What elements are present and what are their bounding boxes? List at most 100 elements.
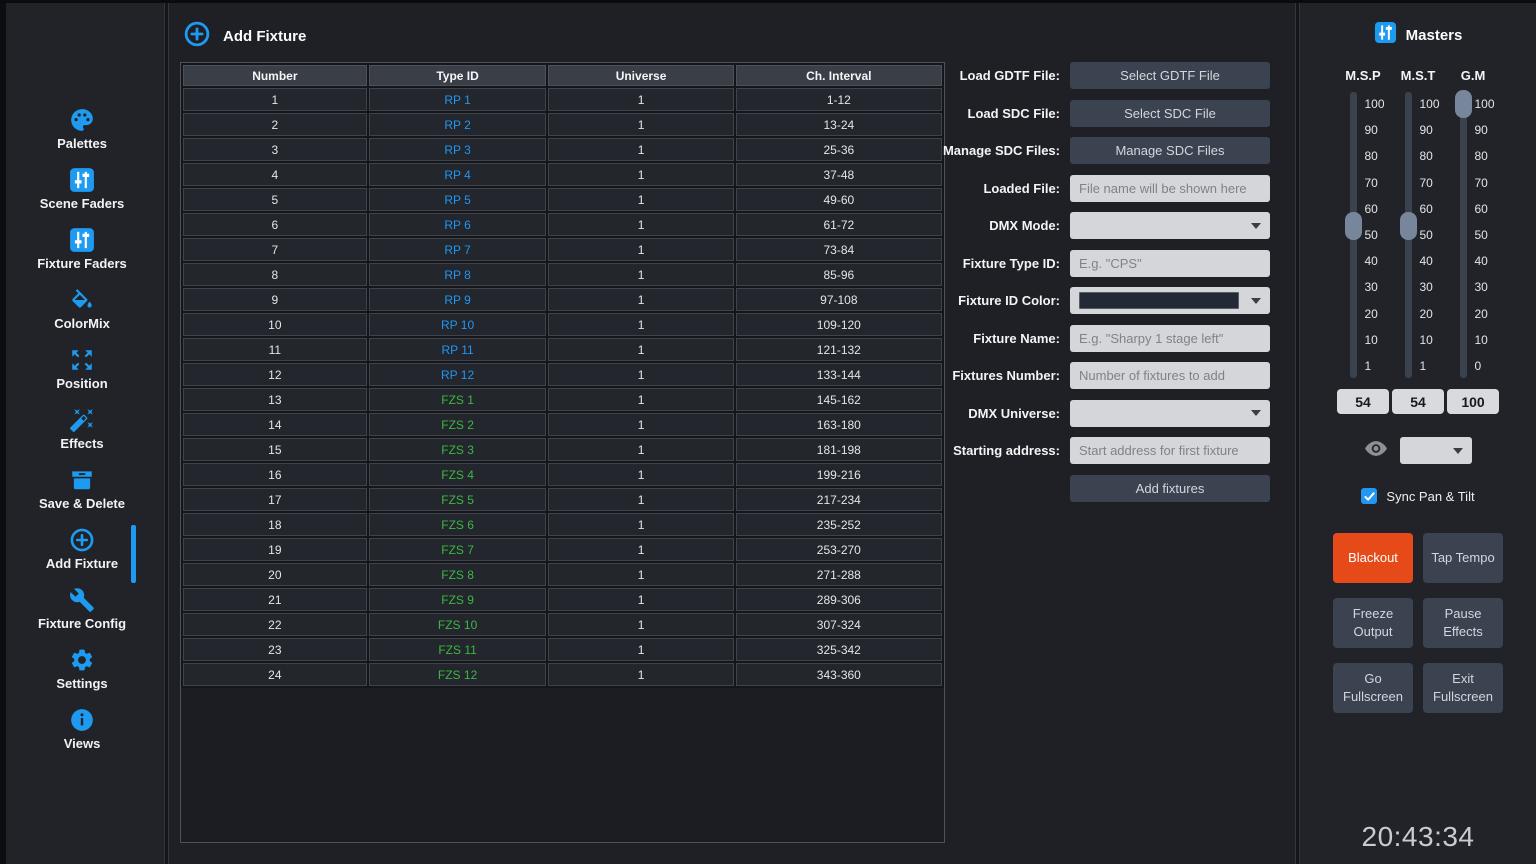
sync-pan-tilt-label: Sync Pan & Tilt	[1386, 489, 1474, 504]
sidebar-item-settings[interactable]: Settings	[0, 647, 164, 707]
table-row[interactable]: 3 RP 3 1 25-36	[183, 138, 942, 161]
masters-panel: Masters M.S.P 1009080706050403020101 M.S…	[1300, 0, 1536, 864]
cell-type-id: RP 3	[369, 138, 547, 161]
table-row[interactable]: 11 RP 11 1 121-132	[183, 338, 942, 361]
column-header-type-id: Type ID	[369, 65, 547, 86]
form-row: Starting address:	[928, 437, 1270, 464]
cell-number: 8	[183, 263, 367, 286]
form-label: Manage SDC Files:	[928, 143, 1070, 158]
cell-universe: 1	[548, 263, 733, 286]
table-row[interactable]: 9 RP 9 1 97-108	[183, 288, 942, 311]
fixtures-number-input[interactable]	[1070, 362, 1270, 389]
cell-universe: 1	[548, 138, 733, 161]
table-row[interactable]: 2 RP 2 1 13-24	[183, 113, 942, 136]
cell-universe: 1	[548, 438, 733, 461]
cell-type-id: RP 5	[369, 188, 547, 211]
table-row[interactable]: 1 RP 1 1 1-12	[183, 88, 942, 111]
cell-interval: 121-132	[736, 338, 942, 361]
sidebar-item-views[interactable]: Views	[0, 707, 164, 767]
table-row[interactable]: 8 RP 8 1 85-96	[183, 263, 942, 286]
select-sdc-file-button[interactable]: Select SDC File	[1070, 100, 1270, 127]
cell-number: 7	[183, 238, 367, 261]
fader-tick: 1	[1420, 357, 1440, 375]
fixture-table: Number Type ID Universe Ch. Interval 1 R…	[181, 63, 944, 688]
cell-number: 21	[183, 588, 367, 611]
fader-tick: 60	[1365, 200, 1385, 218]
table-row[interactable]: 13 FZS 1 1 145-162	[183, 388, 942, 411]
sidebar-item-colormix[interactable]: ColorMix	[0, 287, 164, 347]
table-row[interactable]: 10 RP 10 1 109-120	[183, 313, 942, 336]
table-row[interactable]: 6 RP 6 1 61-72	[183, 213, 942, 236]
go-fullscreen-button[interactable]: Go Fullscreen	[1333, 663, 1413, 713]
fader-tick: 40	[1475, 252, 1495, 270]
fader-tick: 1	[1365, 357, 1385, 375]
cell-number: 22	[183, 613, 367, 636]
table-row[interactable]: 21 FZS 9 1 289-306	[183, 588, 942, 611]
form-row: Fixtures Number:	[928, 362, 1270, 389]
pause-effects-button[interactable]: Pause Effects	[1423, 598, 1503, 648]
table-row[interactable]: 18 FZS 6 1 235-252	[183, 513, 942, 536]
select-gdtf-file-button[interactable]: Select GDTF File	[1070, 62, 1270, 89]
blackout-button[interactable]: Blackout	[1333, 533, 1413, 583]
fader-tick: 10	[1475, 331, 1495, 349]
table-row[interactable]: 15 FZS 3 1 181-198	[183, 438, 942, 461]
cell-type-id: RP 10	[369, 313, 547, 336]
fader-track[interactable]	[1460, 92, 1467, 378]
sidebar-item-position[interactable]: Position	[0, 347, 164, 407]
fixture-name-input[interactable]	[1070, 325, 1270, 352]
cell-number: 11	[183, 338, 367, 361]
cell-universe: 1	[548, 588, 733, 611]
table-row[interactable]: 12 RP 12 1 133-144	[183, 363, 942, 386]
tap-tempo-button[interactable]: Tap Tempo	[1423, 533, 1503, 583]
fader-tick: 80	[1475, 147, 1495, 165]
table-row[interactable]: 5 RP 5 1 49-60	[183, 188, 942, 211]
sidebar-item-fixture-faders[interactable]: Fixture Faders	[0, 227, 164, 287]
fader-tick: 40	[1420, 252, 1440, 270]
table-row[interactable]: 24 FZS 12 1 343-360	[183, 663, 942, 686]
table-row[interactable]: 16 FZS 4 1 199-216	[183, 463, 942, 486]
cell-universe: 1	[548, 513, 733, 536]
fader-tick: 20	[1475, 305, 1495, 323]
table-row[interactable]: 4 RP 4 1 37-48	[183, 163, 942, 186]
cell-interval: 109-120	[736, 313, 942, 336]
cell-type-id: FZS 5	[369, 488, 547, 511]
dmx-mode-select[interactable]	[1070, 212, 1270, 239]
table-row[interactable]: 23 FZS 11 1 325-342	[183, 638, 942, 661]
sidebar-item-fixture-config[interactable]: Fixture Config	[0, 587, 164, 647]
sidebar-item-add-fixture[interactable]: Add Fixture	[0, 527, 164, 587]
table-row[interactable]: 14 FZS 2 1 163-180	[183, 413, 942, 436]
form-row: Loaded File:	[928, 175, 1270, 202]
starting-address-input[interactable]	[1070, 437, 1270, 464]
fader-handle[interactable]	[1345, 212, 1362, 240]
sidebar-item-label: Add Fixture	[46, 556, 118, 571]
form-row: Add fixtures	[928, 475, 1270, 502]
cell-interval: 1-12	[736, 88, 942, 111]
exit-fullscreen-button[interactable]: Exit Fullscreen	[1423, 663, 1503, 713]
table-row[interactable]: 22 FZS 10 1 307-324	[183, 613, 942, 636]
sidebar-item-save-delete[interactable]: Save & Delete	[0, 467, 164, 527]
cell-interval: 181-198	[736, 438, 942, 461]
sidebar-item-palettes[interactable]: Palettes	[0, 107, 164, 167]
dmx-universe-select[interactable]	[1070, 400, 1270, 427]
form-label: Fixtures Number:	[928, 368, 1070, 383]
manage-sdc-files-button[interactable]: Manage SDC Files	[1070, 137, 1270, 164]
fader-tick: 30	[1365, 278, 1385, 296]
table-row[interactable]: 7 RP 7 1 73-84	[183, 238, 942, 261]
table-row[interactable]: 19 FZS 7 1 253-270	[183, 538, 942, 561]
freeze-output-button[interactable]: Freeze Output	[1333, 598, 1413, 648]
page-title: Add Fixture	[223, 28, 306, 45]
fader-handle[interactable]	[1400, 212, 1417, 240]
sidebar-item-scene-faders[interactable]: Scene Faders	[0, 167, 164, 227]
fixture-id-color-select[interactable]	[1070, 287, 1270, 314]
cell-universe: 1	[548, 363, 733, 386]
loaded-file-input[interactable]	[1070, 175, 1270, 202]
add-fixtures-button[interactable]: Add fixtures	[1070, 475, 1270, 502]
sidebar-item-effects[interactable]: Effects	[0, 407, 164, 467]
fader-handle[interactable]	[1455, 90, 1472, 118]
cell-interval: 325-342	[736, 638, 942, 661]
table-row[interactable]: 17 FZS 5 1 217-234	[183, 488, 942, 511]
visibility-select[interactable]	[1400, 437, 1472, 464]
fixture-type-id-input[interactable]	[1070, 250, 1270, 277]
sync-pan-tilt-checkbox[interactable]	[1361, 488, 1377, 504]
table-row[interactable]: 20 FZS 8 1 271-288	[183, 563, 942, 586]
